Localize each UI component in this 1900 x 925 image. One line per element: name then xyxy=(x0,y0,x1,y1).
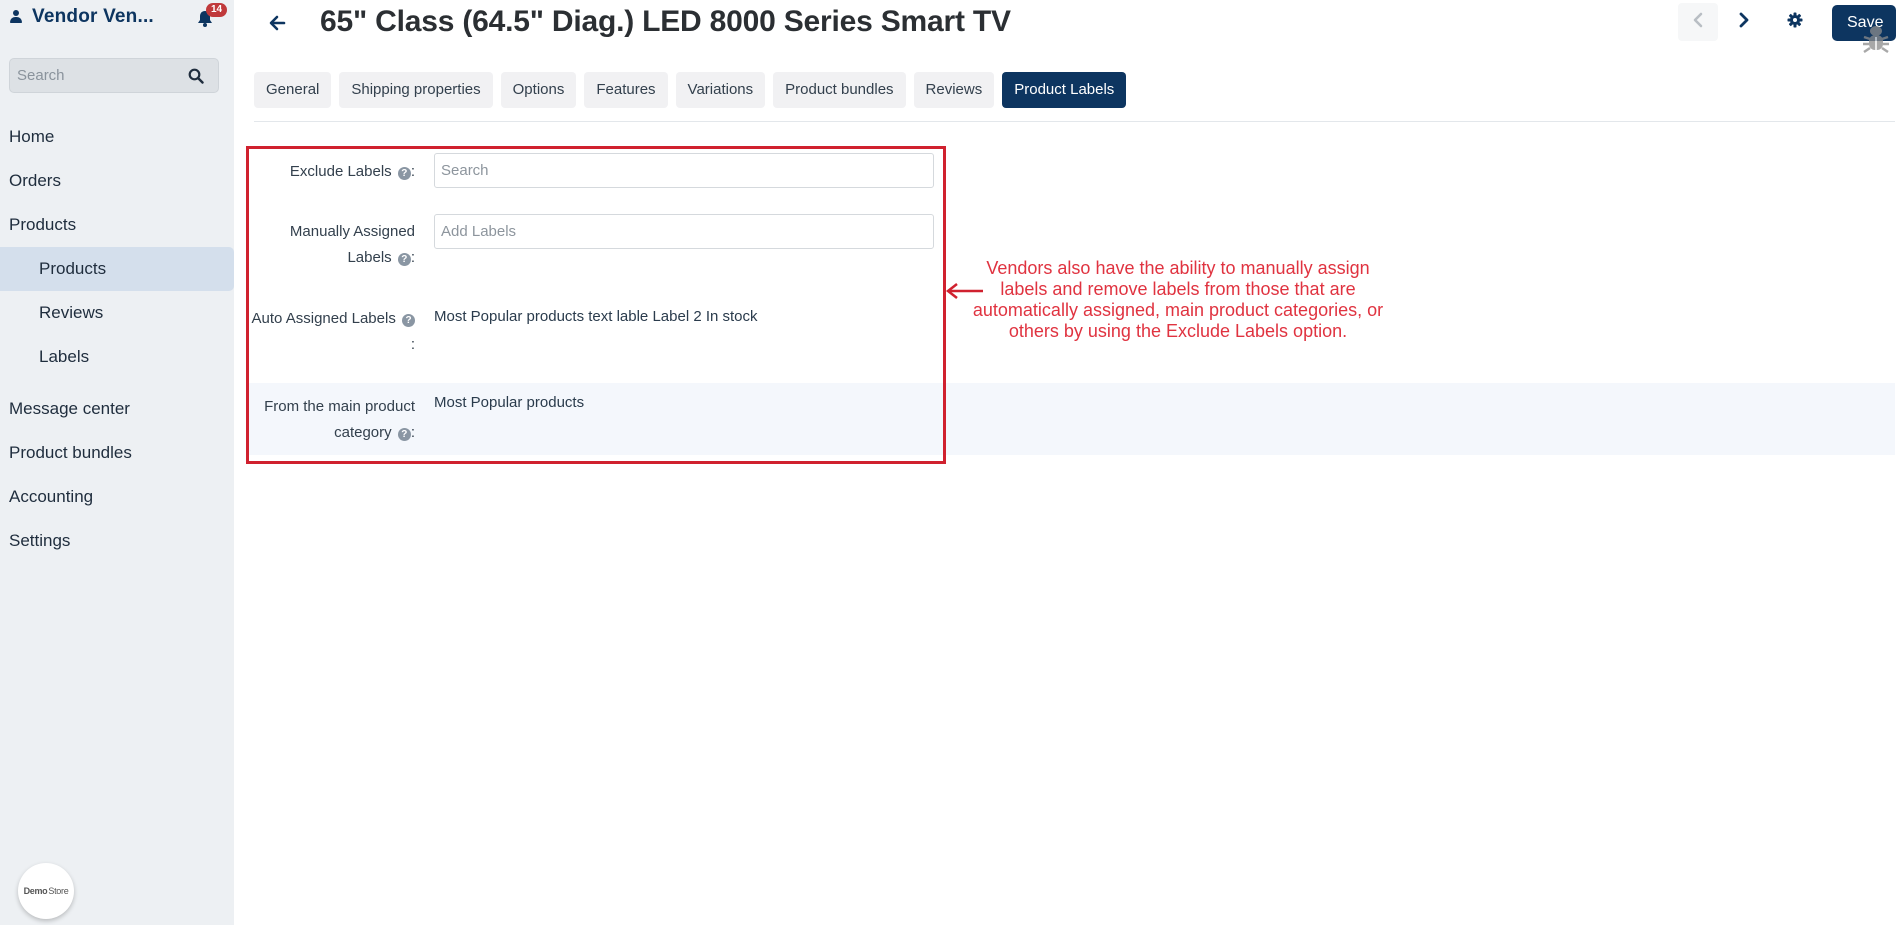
page-title: 65" Class (64.5" Diag.) LED 8000 Series … xyxy=(320,5,1011,38)
sidebar-search xyxy=(9,58,219,93)
exclude-labels-input[interactable] xyxy=(434,153,934,188)
auto-labels-label-line1: Auto Assigned Labels xyxy=(251,310,396,327)
tab-features[interactable]: Features xyxy=(584,72,668,108)
help-icon[interactable]: ? xyxy=(402,314,415,327)
main-category-label: From the main product category ?: xyxy=(248,394,415,446)
tab-options[interactable]: Options xyxy=(500,72,577,108)
logo-text-bold: Demo xyxy=(23,886,48,896)
help-icon[interactable]: ? xyxy=(397,428,411,441)
exclude-labels-row: Exclude Labels ?: xyxy=(248,153,1895,190)
sidebar-item-orders[interactable]: Orders xyxy=(0,159,234,203)
tab-product-labels[interactable]: Product Labels xyxy=(1002,72,1127,108)
sidebar-item-accounting[interactable]: Accounting xyxy=(0,475,234,519)
exclude-labels-label: Exclude Labels ?: xyxy=(248,159,415,185)
notification-badge: 14 xyxy=(206,3,227,17)
sidebar-item-settings[interactable]: Settings xyxy=(0,519,234,563)
settings-button[interactable] xyxy=(1775,3,1815,41)
tab-shipping-properties[interactable]: Shipping properties xyxy=(339,72,493,108)
help-icon[interactable]: ? xyxy=(397,253,411,266)
help-icon[interactable]: ? xyxy=(397,167,411,180)
sidebar-nav: Home Orders Products Products Reviews La… xyxy=(0,115,234,563)
bug-icon[interactable] xyxy=(1862,24,1890,54)
auto-labels-value: Most Popular products text lable Label 2… xyxy=(434,308,758,325)
auto-labels-label: Auto Assigned Labels ? : xyxy=(248,306,415,358)
logo-text-light: Store xyxy=(48,886,69,896)
sidebar-item-product-bundles[interactable]: Product bundles xyxy=(0,431,234,475)
auto-labels-label-colon: : xyxy=(410,336,415,353)
manual-labels-label-line2: Labels xyxy=(347,249,392,266)
next-product-button[interactable] xyxy=(1724,3,1764,41)
label-colon: : xyxy=(410,249,415,266)
tab-general[interactable]: General xyxy=(254,72,332,108)
store-logo[interactable]: Demo Store xyxy=(18,863,74,919)
manual-labels-label-line1: Manually Assigned xyxy=(289,223,415,240)
tab-reviews[interactable]: Reviews xyxy=(913,72,995,108)
chevron-right-icon xyxy=(1738,12,1750,33)
manual-labels-label: Manually Assigned Labels ?: xyxy=(248,219,415,271)
exclude-labels-label-text: Exclude Labels xyxy=(289,163,392,180)
label-colon: : xyxy=(410,424,415,441)
label-colon: : xyxy=(410,163,415,180)
sidebar: Vendor Ven... 14 Home Orders Products Pr… xyxy=(0,0,234,925)
sidebar-search-input[interactable] xyxy=(10,59,180,92)
product-tabs: General Shipping properties Options Feat… xyxy=(254,72,1127,108)
manual-labels-input[interactable] xyxy=(434,214,934,249)
gear-icon xyxy=(1787,12,1803,33)
sidebar-item-home[interactable]: Home xyxy=(0,115,234,159)
tabs-divider xyxy=(254,121,1895,122)
sidebar-subitem-reviews[interactable]: Reviews xyxy=(0,291,234,335)
main-category-row: From the main product category ?: Most P… xyxy=(248,383,1895,455)
tab-variations[interactable]: Variations xyxy=(675,72,766,108)
vendor-name[interactable]: Vendor Ven... xyxy=(32,6,154,28)
chevron-left-icon xyxy=(1692,12,1704,33)
sidebar-subitem-labels[interactable]: Labels xyxy=(0,335,234,379)
search-icon[interactable] xyxy=(188,68,204,84)
sidebar-item-products[interactable]: Products xyxy=(0,203,234,247)
user-icon xyxy=(10,10,22,24)
main-category-value: Most Popular products xyxy=(434,394,585,411)
sidebar-item-message-center[interactable]: Message center xyxy=(0,387,234,431)
tab-product-bundles[interactable]: Product bundles xyxy=(773,72,906,108)
sidebar-subitem-products[interactable]: Products xyxy=(0,247,234,291)
main-category-label-line1: From the main product xyxy=(264,398,415,415)
main-category-label-line2: category xyxy=(334,424,392,441)
previous-product-button[interactable] xyxy=(1678,3,1718,41)
annotation-text: Vendors also have the ability to manuall… xyxy=(972,258,1384,341)
vendor-menu[interactable]: Vendor Ven... xyxy=(10,6,154,28)
back-arrow-icon[interactable] xyxy=(268,13,288,33)
